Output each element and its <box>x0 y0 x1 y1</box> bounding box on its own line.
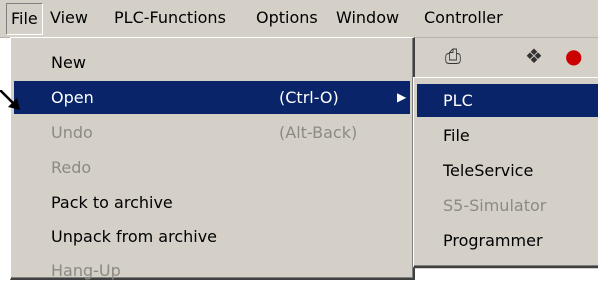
submenu-item-s5-simulator: S5-Simulator <box>417 189 598 222</box>
menu-item-new[interactable]: New <box>14 46 410 79</box>
menu-item-label: Undo <box>51 123 93 142</box>
menu-window[interactable]: Window <box>332 3 403 33</box>
menu-file[interactable]: File <box>6 3 43 35</box>
submenu-arrow-icon: ▶ <box>397 90 407 104</box>
menu-item-label: Hang-Up <box>51 261 121 280</box>
menu-plc-functions[interactable]: PLC-Functions <box>110 3 230 33</box>
menu-item-label: Open <box>51 88 94 107</box>
file-dropdown-menu: New Open (Ctrl-O) ▶ Undo (Alt-Back) Redo… <box>10 37 415 280</box>
menu-item-label: S5-Simulator <box>443 196 547 215</box>
menu-item-label: New <box>51 53 86 72</box>
menu-item-label: Redo <box>51 158 92 177</box>
stop-icon[interactable]: ● <box>565 44 582 68</box>
pointer-arrow-icon <box>0 90 20 110</box>
menu-view[interactable]: View <box>46 3 92 33</box>
menu-item-label: Unpack from archive <box>51 227 218 246</box>
menu-item-label: PLC <box>443 91 473 110</box>
menu-item-label: TeleService <box>443 161 534 180</box>
menu-item-label: File <box>443 126 470 145</box>
submenu-item-file[interactable]: File <box>417 119 598 152</box>
menu-item-shortcut: (Ctrl-O) <box>279 88 339 107</box>
open-submenu: PLC File TeleService S5-Simulator Progra… <box>413 77 598 268</box>
transfer-icon[interactable]: ❖ <box>525 44 543 68</box>
menu-item-pack-to-archive[interactable]: Pack to archive <box>14 186 410 219</box>
menu-item-label: Programmer <box>443 231 543 250</box>
printer-icon[interactable]: ⎙ <box>445 44 461 68</box>
menu-controller[interactable]: Controller <box>420 3 507 33</box>
menu-item-unpack-from-archive[interactable]: Unpack from archive <box>14 220 410 253</box>
submenu-item-teleservice[interactable]: TeleService <box>417 154 598 187</box>
menu-item-redo: Redo <box>14 151 410 184</box>
menu-item-open[interactable]: Open (Ctrl-O) ▶ <box>14 81 410 114</box>
submenu-item-programmer[interactable]: Programmer <box>417 224 598 257</box>
menu-options[interactable]: Options <box>252 3 322 33</box>
menu-item-shortcut: (Alt-Back) <box>279 123 358 142</box>
menu-bar: File View PLC-Functions Options Window C… <box>0 0 598 38</box>
menu-item-hang-up: Hang-Up <box>14 254 410 287</box>
submenu-item-plc[interactable]: PLC <box>417 84 598 117</box>
menu-item-undo: Undo (Alt-Back) <box>14 116 410 149</box>
menu-item-label: Pack to archive <box>51 193 173 212</box>
